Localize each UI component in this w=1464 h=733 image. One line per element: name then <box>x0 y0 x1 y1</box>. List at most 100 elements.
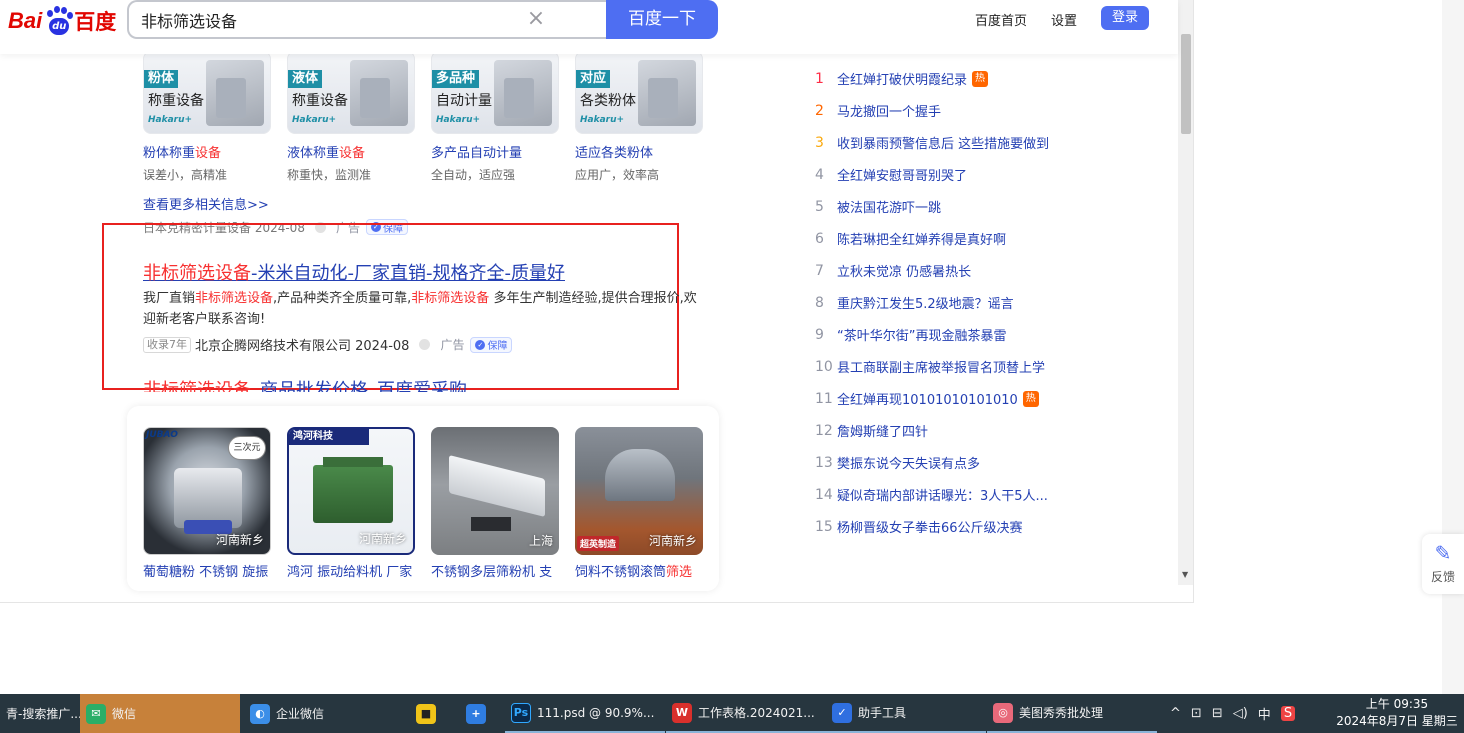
ad-title-link[interactable]: 非标筛选设备-米米自动化-厂家直销-规格齐全-质量好 <box>143 259 565 285</box>
logo-bai-text: Bai <box>8 8 43 33</box>
login-button[interactable]: 登录 <box>1101 6 1149 30</box>
hot-list-item[interactable]: 12 詹姆斯缝了四针 <box>815 421 929 441</box>
taskbar-item-photoshop[interactable]: Ps 111.psd @ 90.9%... <box>505 694 665 733</box>
product-title[interactable]: 多产品自动计量 <box>431 142 559 161</box>
product-card[interactable]: 多品种 自动计量 Hakaru+ 多产品自动计量 全自动，适应强 <box>431 51 559 183</box>
ad-desc-text: ,产品种类齐全质量可靠, <box>273 291 412 306</box>
product-photo[interactable]: 鸿河科技 河南新乡 <box>287 427 415 555</box>
more-info-link[interactable]: 查看更多相关信息>> <box>143 194 269 213</box>
search-box[interactable]: × <box>127 0 607 39</box>
hot-list-item[interactable]: 4 全红婵安慰哥哥别哭了 <box>815 165 967 185</box>
product-image[interactable]: 多品种 自动计量 Hakaru+ <box>431 51 559 134</box>
photo-card[interactable]: 超英制造 河南新乡 饲料不锈钢滚筒筛选 <box>575 427 703 580</box>
product-title[interactable]: 粉体称重设备 <box>143 142 271 161</box>
product-desc: 称重快，监测准 <box>287 168 372 182</box>
photo-location: 河南新乡 <box>215 533 264 547</box>
ime-indicator[interactable]: 中 <box>1258 704 1271 723</box>
network-icon[interactable]: ⊟ <box>1212 706 1223 721</box>
product-photo[interactable]: 超英制造 河南新乡 <box>575 427 703 555</box>
hot-list-item[interactable]: 10 县工商联副主席被举报冒名顶替上学 <box>815 357 1045 377</box>
close-icon[interactable]: × <box>525 8 547 31</box>
product-card[interactable]: 液体 称重设备 Hakaru+ 液体称重设备 称重快，监测准 <box>287 51 415 183</box>
hot-list-item[interactable]: 5 被法国花游吓一跳 <box>815 197 942 217</box>
hot-text: 全红婵打破伏明霞纪录 <box>837 73 968 88</box>
hot-rank: 5 <box>815 198 824 215</box>
info-icon[interactable] <box>419 339 431 350</box>
brand-logo: Hakaru+ <box>436 115 481 125</box>
hot-list-item[interactable]: 9 “茶叶华尔街”再现金融茶暴雷 <box>815 325 1006 345</box>
product-card[interactable]: 对应 各类粉体 Hakaru+ 适应各类粉体 应用广，效率高 <box>575 51 703 183</box>
photo-card[interactable]: 鸿河科技 河南新乡 鸿河 振动给料机 厂家 <box>287 427 415 580</box>
hot-list-item[interactable]: 2 马龙撤回一个握手 <box>815 101 941 121</box>
photo-title[interactable]: 鸿河 振动给料机 厂家 <box>287 561 415 580</box>
product-image[interactable]: 对应 各类粉体 Hakaru+ <box>575 51 703 134</box>
ad-title-highlight: 非标筛选设备 <box>143 263 251 284</box>
hot-list-item[interactable]: 7 立秋未觉凉 仍感暑热长 <box>815 261 971 281</box>
hot-text: 被法国花游吓一跳 <box>837 201 942 216</box>
second-ad-title-link[interactable]: 非标筛选设备_商品批发价格_百度爱采购 <box>143 376 467 392</box>
hot-text: 詹姆斯缝了四针 <box>837 425 929 440</box>
search-button[interactable]: 百度一下 <box>606 0 718 39</box>
hot-list-item[interactable]: 8 重庆黔江发生5.2级地震？谣言 <box>815 293 1014 313</box>
hot-list-item[interactable]: 13 樊振东说今天失误有点多 <box>815 453 981 473</box>
search-input[interactable] <box>141 10 521 30</box>
scroll-thumb[interactable] <box>1181 34 1191 134</box>
hot-list-item[interactable]: 14 疑似奇瑞内部讲话曝光：3人干5人... <box>815 485 1048 505</box>
hot-rank: 11 <box>815 390 833 407</box>
photo-title-text: 不锈钢多层筛粉机 支 <box>431 565 553 580</box>
home-link[interactable]: 百度首页 <box>975 10 1027 29</box>
hot-list-item[interactable]: 11 全红婵再现10101010101010 热 <box>815 389 1039 408</box>
chevron-up-icon[interactable]: ^ <box>1170 706 1181 721</box>
taskbar-item-meitu[interactable]: ◎ 美图秀秀批处理 <box>987 694 1157 733</box>
hot-text: 樊振东说今天失误有点多 <box>837 457 981 472</box>
photoshop-icon: Ps <box>511 702 531 723</box>
vertical-scrollbar[interactable]: ▼ <box>1178 0 1193 585</box>
ad-source-name[interactable]: 北京企腾网络技术有限公司 2024-08 <box>195 335 409 354</box>
product-title-text: 适应各类粉体 <box>575 146 654 161</box>
guarantee-badge[interactable]: ✓ 保障 <box>470 336 513 353</box>
hot-text: 陈若琳把全红婵养得是真好啊 <box>837 233 1007 248</box>
product-image[interactable]: 液体 称重设备 Hakaru+ <box>287 51 415 134</box>
taskbar-item-search-promo[interactable]: 青-搜索推广... <box>0 694 80 733</box>
clock[interactable]: 上午 09:35 2024年8月7日 星期三 <box>1330 696 1464 730</box>
baidu-logo[interactable]: Bai du 百度 <box>8 6 116 36</box>
taskbar-label: 青-搜索推广... <box>6 707 80 721</box>
taskbar-item-wechat[interactable]: ✉ 微信 <box>80 694 240 733</box>
second-ad-title-rest: _商品批发价格_百度爱采购 <box>251 380 467 392</box>
taskbar-item-wecom[interactable]: ◐ 企业微信 <box>244 694 404 733</box>
feedback-button[interactable]: ✎ 反馈 <box>1422 534 1464 594</box>
product-photo[interactable]: JUBAO 三次元 河南新乡 <box>143 427 271 555</box>
product-photo[interactable]: 上海 <box>431 427 559 555</box>
top-links: 百度首页 设置 <box>975 10 1101 29</box>
taskbar-item-helper[interactable]: ✓ 助手工具 <box>826 694 986 733</box>
photo-title-highlight: 筛选 <box>666 565 693 580</box>
photo-title[interactable]: 饲料不锈钢滚筒筛选 <box>575 561 703 580</box>
screenshot-icon[interactable]: ⊡ <box>1191 706 1202 721</box>
sogou-ime-icon[interactable]: S <box>1280 706 1296 721</box>
photo-title[interactable]: 葡萄糖粉 不锈钢 旋振 <box>143 561 271 580</box>
scroll-down-arrow-icon[interactable]: ▼ <box>1182 570 1188 579</box>
ad-desc-highlight: 非标筛选设备 <box>411 291 490 306</box>
product-card[interactable]: 粉体 称重设备 Hakaru+ 粉体称重设备 误差小，高精准 <box>143 51 271 183</box>
taskbar-item-wps[interactable]: W 工作表格.2024021... <box>666 694 826 733</box>
hot-list-item[interactable]: 3 收到暴雨预警信息后 这些措施要做到 <box>815 133 1049 153</box>
product-image[interactable]: 粉体 称重设备 Hakaru+ <box>143 51 271 134</box>
taskbar-label: 助手工具 <box>858 706 907 720</box>
settings-link[interactable]: 设置 <box>1051 10 1077 29</box>
product-title[interactable]: 液体称重设备 <box>287 142 415 161</box>
product-title[interactable]: 适应各类粉体 <box>575 142 703 161</box>
taskbar-item-tool[interactable]: + <box>460 694 500 733</box>
photo-title[interactable]: 不锈钢多层筛粉机 支 <box>431 561 559 580</box>
hot-list-item[interactable]: 6 陈若琳把全红婵养得是真好啊 <box>815 229 1007 249</box>
hot-list-item[interactable]: 1 全红婵打破伏明霞纪录热 <box>815 69 989 88</box>
hot-list-item[interactable]: 15 杨柳晋级女子拳击66公斤级决赛 <box>815 517 1023 537</box>
volume-icon[interactable]: ◁) <box>1233 706 1248 721</box>
photo-card[interactable]: JUBAO 三次元 河南新乡 葡萄糖粉 不锈钢 旋振 <box>143 427 271 580</box>
edit-pen-icon: ✎ <box>1434 541 1452 565</box>
product-tag: 多品种 <box>432 70 480 88</box>
years-tag: 收录7年 <box>143 336 191 353</box>
photo-brand: JUBAO <box>146 430 178 440</box>
browser-page: Bai du 百度 × 百度一下 百度首页 设置 登录 <box>0 0 1194 603</box>
photo-card[interactable]: 上海 不锈钢多层筛粉机 支 <box>431 427 559 580</box>
taskbar-item-sticky-notes[interactable]: ■ <box>410 694 450 733</box>
